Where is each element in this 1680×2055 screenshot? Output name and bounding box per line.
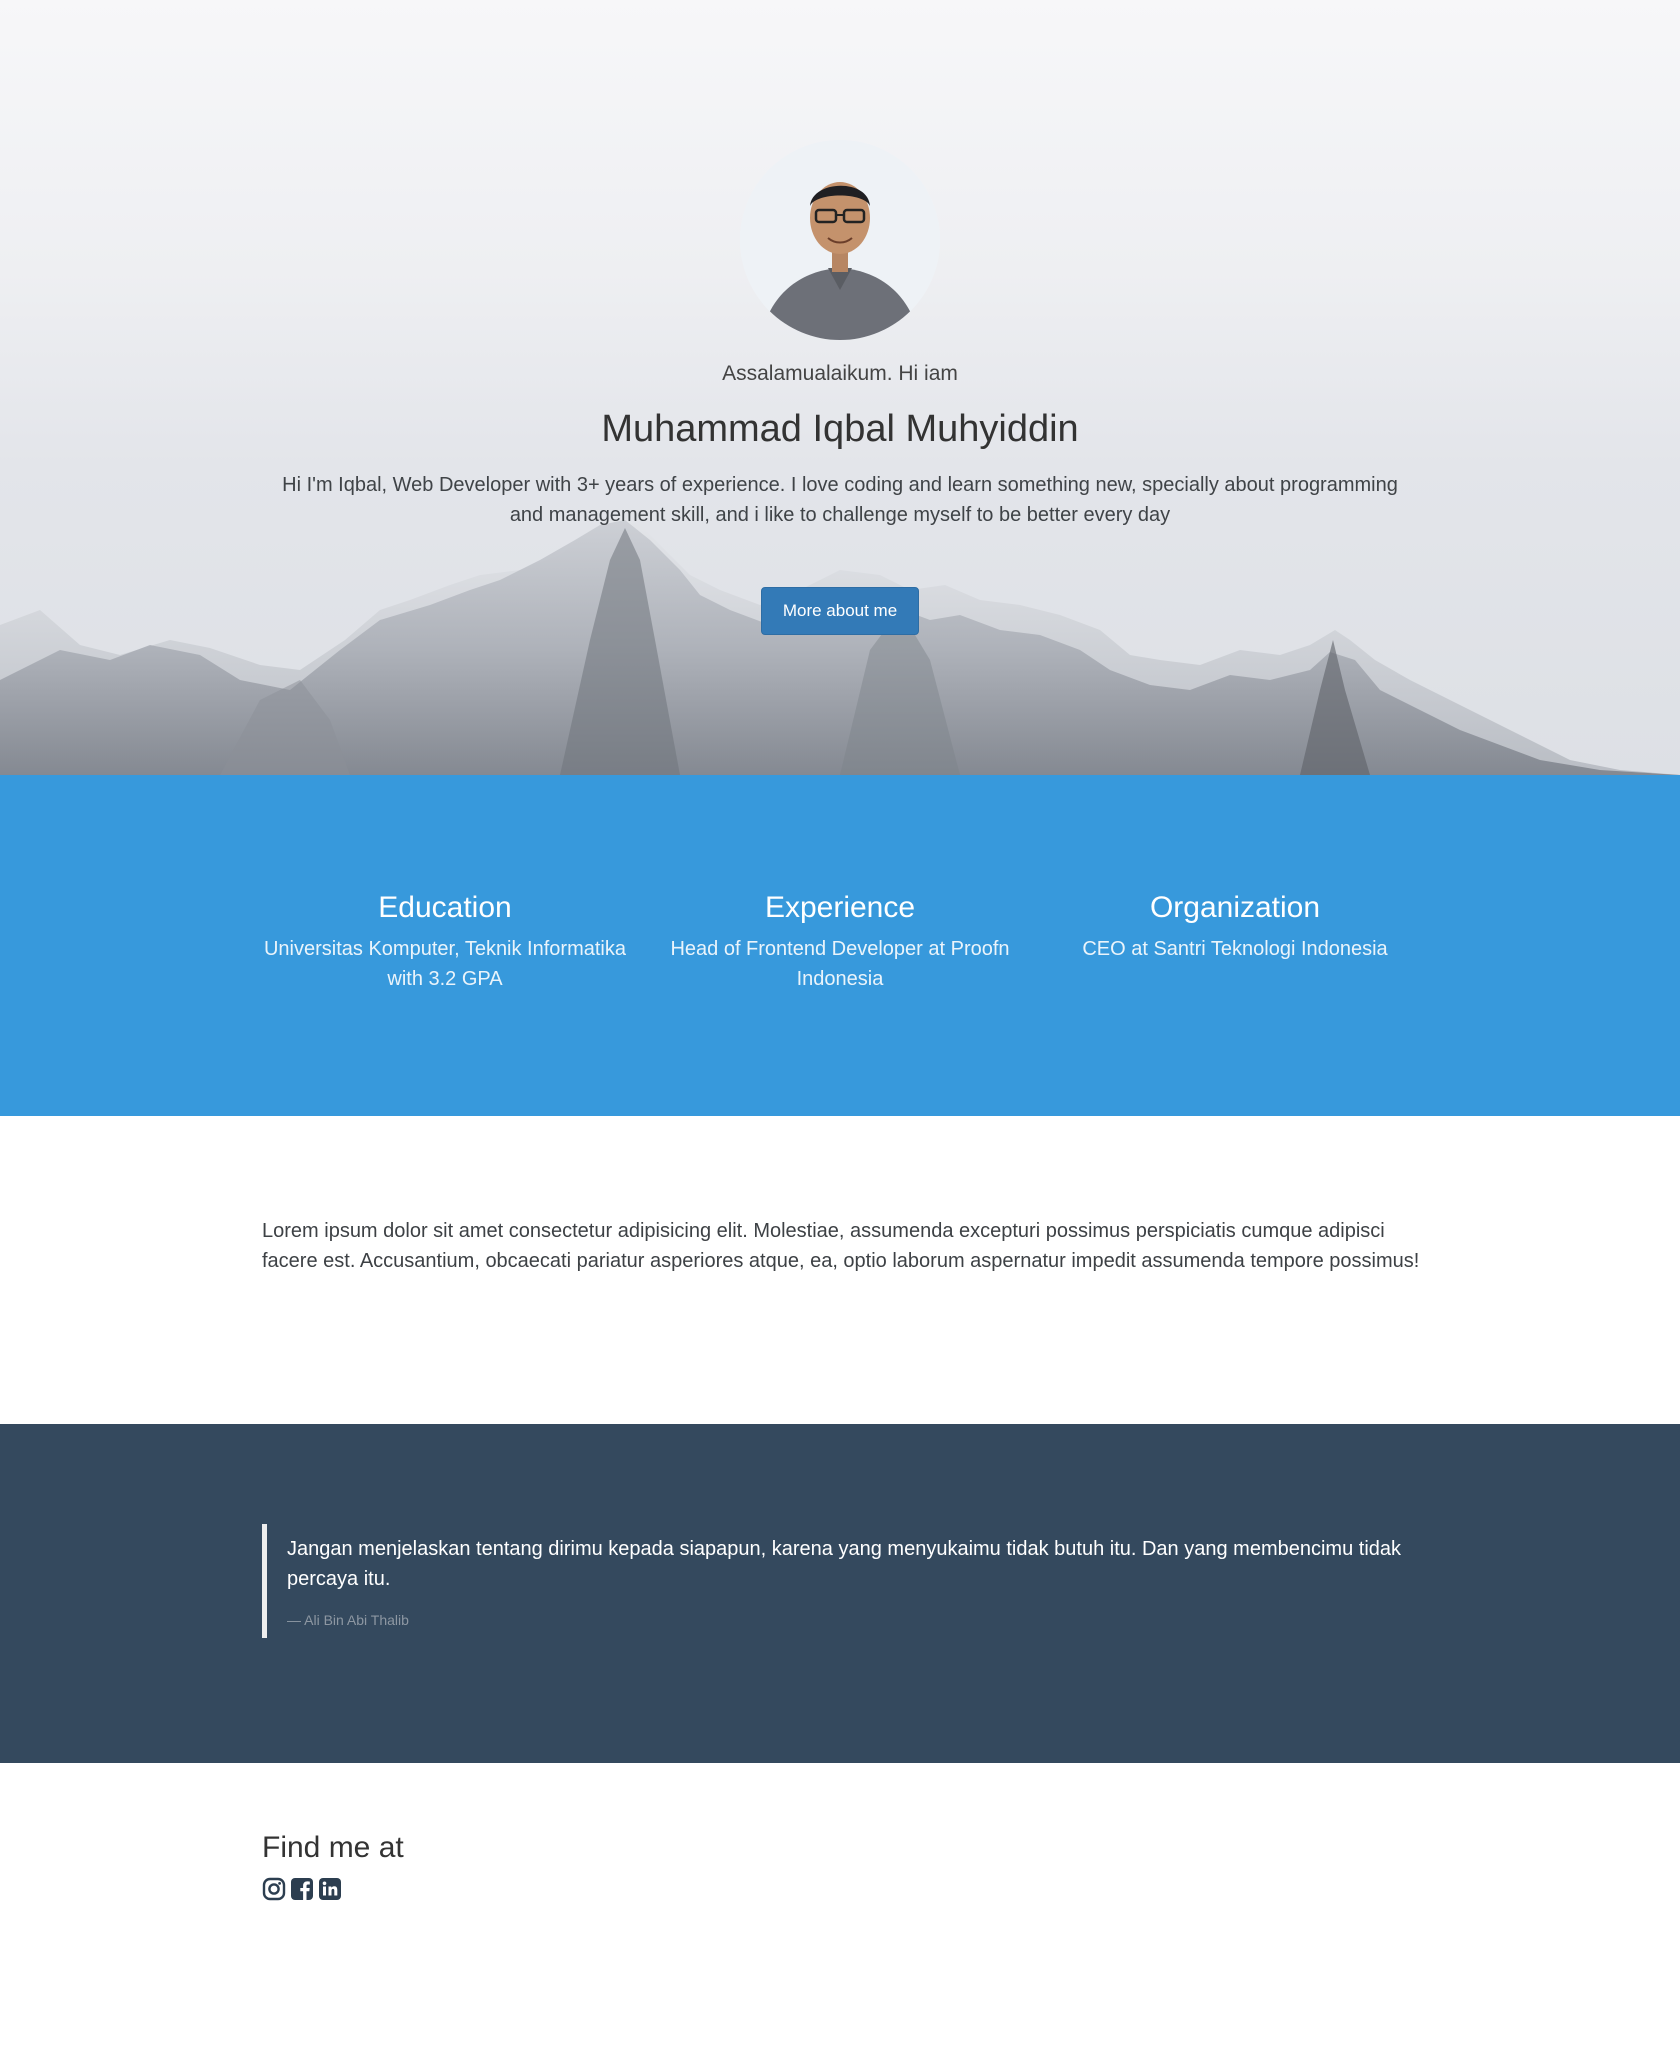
linkedin-icon[interactable] — [318, 1877, 342, 1901]
quote-block: Jangan menjelaskan tentang dirimu kepada… — [262, 1524, 1417, 1638]
social-links — [262, 1877, 342, 1901]
social-section: Find me at — [0, 1763, 1680, 2055]
education-text: Universitas Komputer, Teknik Informatika… — [263, 938, 626, 990]
profile-photo — [740, 140, 940, 340]
about-text: Lorem ipsum dolor sit amet consectetur a… — [262, 1220, 1420, 1272]
organization-card: Organization CEO at Santri Teknologi Ind… — [1045, 888, 1425, 964]
organization-title: Organization — [1149, 891, 1321, 924]
greeting-text: Assalamualaikum. Hi iam — [722, 362, 958, 385]
instagram-icon[interactable] — [262, 1877, 286, 1901]
page-title: Muhammad Iqbal Muhyiddin — [601, 408, 1079, 450]
bio-text: Hi I'm Iqbal, Web Developer with 3+ year… — [282, 474, 1398, 526]
about-section: Lorem ipsum dolor sit amet consectetur a… — [0, 1116, 1680, 1424]
hero-section: Assalamualaikum. Hi iam Muhammad Iqbal M… — [0, 0, 1680, 775]
find-me-title: Find me at — [262, 1831, 404, 1864]
profile-avatar — [740, 140, 940, 340]
more-about-me-button[interactable]: More about me — [761, 587, 919, 635]
education-card: Education Universitas Komputer, Teknik I… — [255, 888, 635, 994]
mountain-background-image — [0, 515, 1680, 775]
experience-text: Head of Frontend Developer at Proofn Ind… — [670, 938, 1010, 990]
organization-text: CEO at Santri Teknologi Indonesia — [1082, 938, 1388, 960]
experience-title: Experience — [764, 891, 916, 924]
facebook-icon[interactable] — [290, 1877, 314, 1901]
experience-card: Experience Head of Frontend Developer at… — [650, 888, 1030, 994]
quote-text: Jangan menjelaskan tentang dirimu kepada… — [287, 1538, 1402, 1590]
stats-section: Education Universitas Komputer, Teknik I… — [0, 775, 1680, 1116]
education-title: Education — [378, 891, 512, 924]
quote-author: — Ali Bin Abi Thalib — [287, 1612, 409, 1628]
quote-section: Jangan menjelaskan tentang dirimu kepada… — [0, 1424, 1680, 1763]
